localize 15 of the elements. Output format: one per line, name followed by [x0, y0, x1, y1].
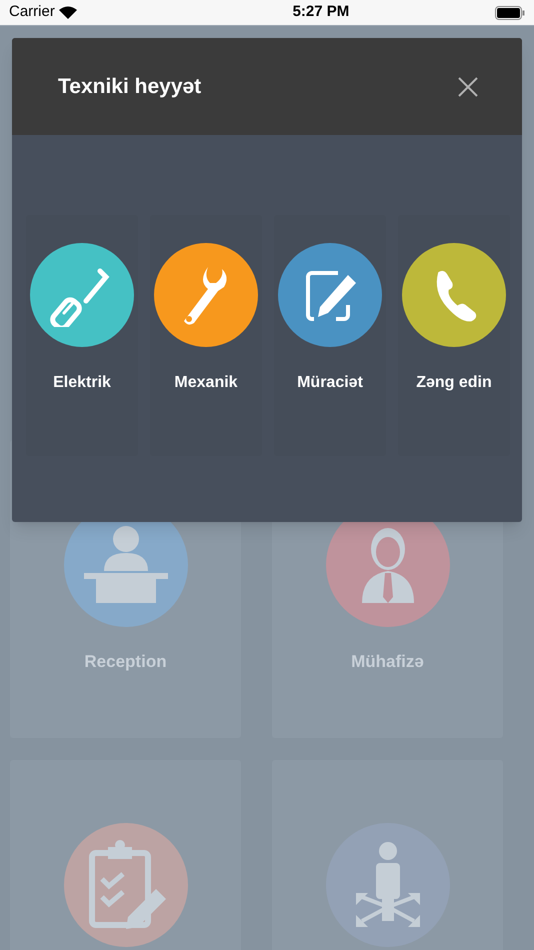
service-label: Reception [84, 651, 167, 673]
person-arrows-icon [356, 841, 420, 929]
dialog-title: Texniki heyyət [58, 74, 202, 100]
battery-icon [494, 6, 525, 20]
clock: 5:27 PM [292, 2, 350, 22]
receptionist-icon [84, 525, 168, 605]
close-button[interactable] [456, 74, 480, 98]
option-tile[interactable]: Elektrik [26, 215, 138, 456]
close-icon [458, 76, 478, 96]
service-label: Mühafizə [351, 651, 424, 673]
wifi-icon [58, 6, 77, 19]
option-tile[interactable]: Mexanik [150, 215, 262, 456]
option-tile[interactable]: Müraciət [274, 215, 386, 456]
carrier-label: Carrier [9, 2, 55, 22]
businessman-icon [360, 525, 416, 605]
